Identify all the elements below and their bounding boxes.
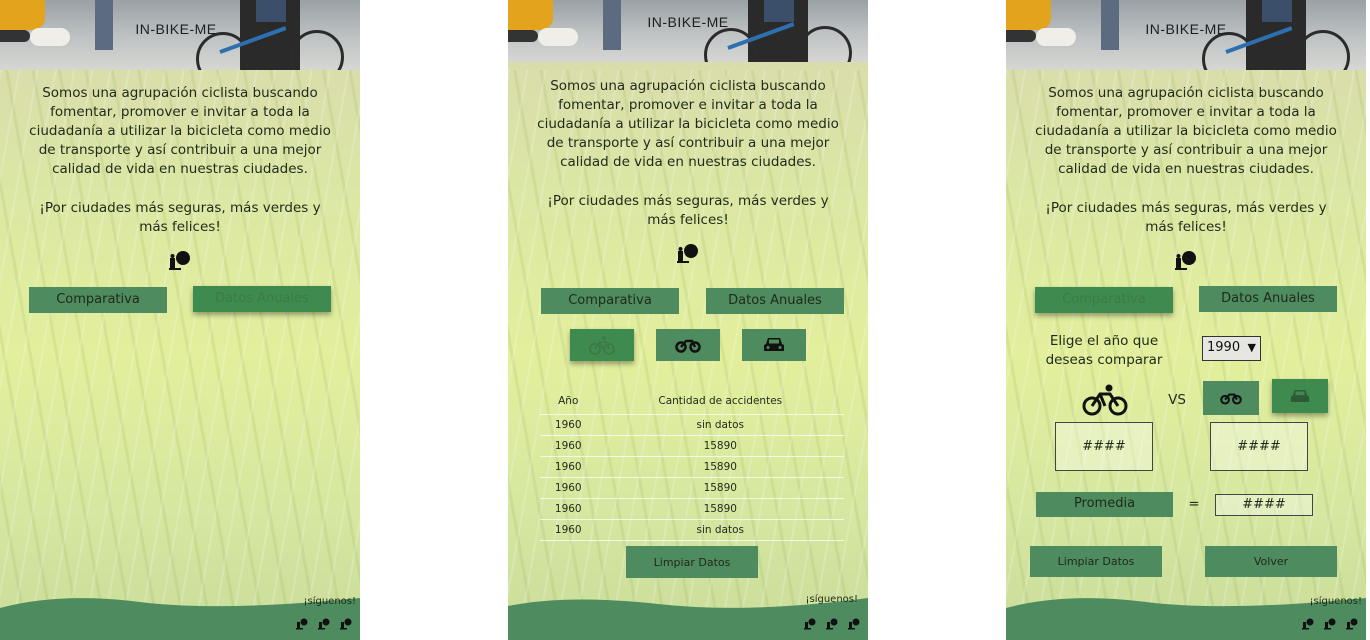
table-row: 1960 15890 — [540, 456, 844, 478]
social-icon-1[interactable] — [1302, 618, 1314, 630]
cyclist-logo-icon — [1175, 251, 1196, 270]
vs-label: VS — [1168, 392, 1186, 408]
average-value-box: #### — [1215, 494, 1313, 516]
back-button[interactable]: Volver — [1205, 546, 1337, 577]
slogan-text: ¡Por ciudades más seguras, más verdes y … — [39, 200, 321, 235]
follow-us-label: ¡síguenos! — [1309, 596, 1362, 607]
year-cell: 1960 — [540, 519, 597, 541]
follow-us-label: ¡síguenos! — [805, 594, 858, 605]
year-cell: 1960 — [540, 414, 597, 436]
year-cell: 1960 — [540, 477, 597, 499]
header-banner: IN-BIKE-ME — [508, 0, 868, 62]
follow-us-label: ¡síguenos! — [303, 596, 356, 607]
footer: ¡síguenos! — [508, 594, 868, 640]
screen-datos-anuales: IN-BIKE-ME Somos una agrupación ciclista… — [508, 0, 868, 640]
brand-logo[interactable]: IN-BIKE-ME — [508, 14, 868, 30]
social-icon-2[interactable] — [826, 618, 838, 630]
car-mode-button[interactable] — [1272, 379, 1328, 413]
accidents-cell: 15890 — [596, 456, 844, 478]
accidents-cell: 15890 — [596, 498, 844, 520]
table-row: 1960 15890 — [540, 477, 844, 499]
footer: ¡síguenos! — [1006, 594, 1366, 640]
accidents-table: Año Cantidad de accidentes 1960 sin datos… — [540, 388, 844, 541]
table-row: 1960 sin datos — [540, 519, 844, 541]
car-mode-button[interactable] — [742, 329, 806, 361]
brand-logo[interactable]: IN-BIKE-ME — [1006, 21, 1366, 37]
screen-comparativa: IN-BIKE-ME Somos una agrupación ciclista… — [1006, 0, 1366, 640]
intro-text: Somos una agrupación ciclista buscando f… — [29, 85, 331, 177]
bicycle-mode-button[interactable] — [570, 329, 634, 361]
social-icon-2[interactable] — [318, 618, 330, 630]
column-header-year: Año — [540, 388, 597, 415]
clear-data-button[interactable]: Limpiar Datos — [1030, 546, 1162, 577]
year-prompt: Elige el año que deseas comparar — [1045, 333, 1163, 368]
promedia-button[interactable]: Promedia — [1036, 492, 1173, 517]
social-icon-3[interactable] — [1346, 618, 1358, 630]
screen-home: IN-BIKE-ME Somos una agrupación ciclista… — [0, 0, 360, 640]
bicycle-value-box: #### — [1055, 422, 1153, 471]
social-icon-3[interactable] — [340, 618, 352, 630]
year-cell: 1960 — [540, 456, 597, 478]
table-row: 1960 sin datos — [540, 414, 844, 436]
vehicle-value-box: #### — [1210, 422, 1308, 471]
motorcycle-icon — [675, 339, 701, 353]
cyclist-logo-icon — [169, 251, 190, 270]
social-icon-1[interactable] — [804, 618, 816, 630]
cyclist-logo-icon — [677, 244, 698, 263]
motorcycle-mode-button[interactable] — [656, 329, 720, 361]
social-icon-2[interactable] — [1324, 618, 1336, 630]
column-header-accidents: Cantidad de accidentes — [596, 388, 844, 415]
comparativa-button[interactable]: Comparativa — [541, 288, 679, 314]
accidents-cell: 15890 — [596, 477, 844, 499]
car-icon — [764, 338, 784, 351]
slogan-text: ¡Por ciudades más seguras, más verdes y … — [1045, 200, 1327, 235]
header-banner: IN-BIKE-ME — [1006, 0, 1366, 70]
table-row: 1960 15890 — [540, 435, 844, 457]
footer: ¡síguenos! — [0, 594, 360, 640]
comparativa-button[interactable]: Comparativa — [1035, 287, 1173, 313]
slogan-text: ¡Por ciudades más seguras, más verdes y … — [547, 193, 829, 228]
motorcycle-icon — [1220, 393, 1242, 405]
bicycle-icon — [1082, 384, 1128, 416]
clear-data-button[interactable]: Limpiar Datos — [626, 546, 758, 578]
header-banner: IN-BIKE-ME — [0, 0, 360, 70]
datos-anuales-button[interactable]: Datos Anuales — [193, 286, 331, 312]
social-icon-1[interactable] — [296, 618, 308, 630]
bicycle-icon — [589, 336, 615, 355]
car-icon — [1290, 389, 1310, 402]
datos-anuales-button[interactable]: Datos Anuales — [1199, 286, 1337, 312]
motorcycle-mode-button[interactable] — [1203, 381, 1259, 415]
table-header-row: Año Cantidad de accidentes — [540, 388, 844, 415]
year-cell: 1960 — [540, 498, 597, 520]
equals-sign: = — [1188, 496, 1200, 512]
year-cell: 1960 — [540, 435, 597, 457]
accidents-cell: sin datos — [596, 519, 844, 541]
accidents-cell: 15890 — [596, 435, 844, 457]
year-select[interactable]: 1990 ▼ — [1202, 336, 1261, 361]
social-icon-3[interactable] — [848, 618, 860, 630]
year-select-value: 1990 — [1207, 340, 1241, 355]
accidents-cell: sin datos — [596, 414, 844, 436]
dropdown-arrow-icon: ▼ — [1247, 341, 1256, 354]
intro-text: Somos una agrupación ciclista buscando f… — [1035, 85, 1337, 177]
datos-anuales-button[interactable]: Datos Anuales — [706, 288, 844, 314]
table-row: 1960 15890 — [540, 498, 844, 520]
brand-logo[interactable]: IN-BIKE-ME — [0, 21, 356, 37]
comparativa-button[interactable]: Comparativa — [29, 287, 167, 313]
intro-text: Somos una agrupación ciclista buscando f… — [537, 78, 839, 170]
